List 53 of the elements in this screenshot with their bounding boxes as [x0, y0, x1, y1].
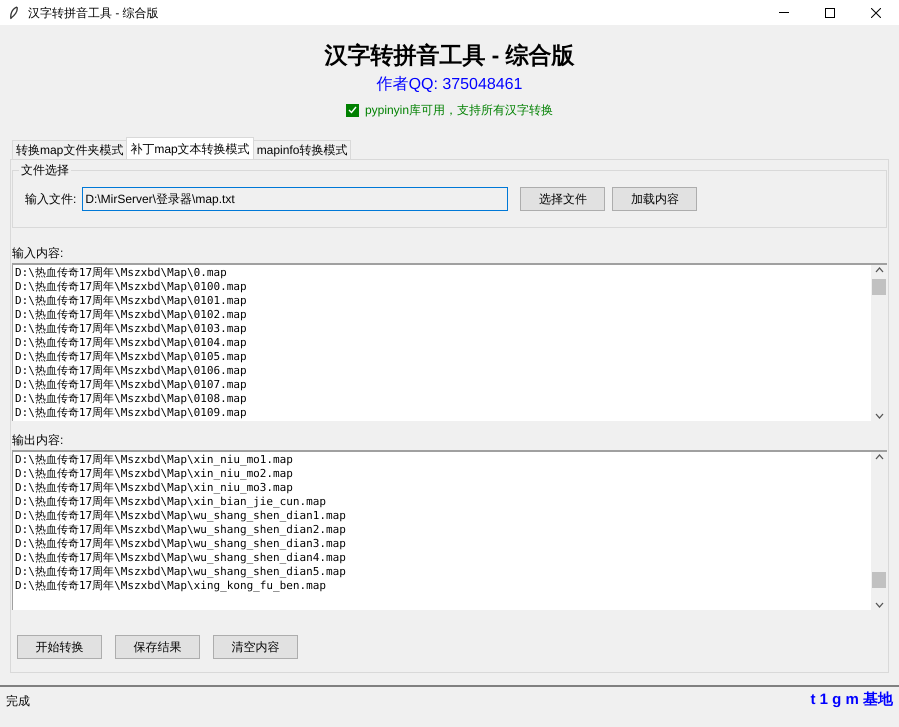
tab[interactable]: mapinfo转换模式	[252, 140, 352, 159]
tab[interactable]: 转换map文件夹模式	[12, 140, 128, 159]
text-line: D:\热血传奇17周年\Mszxbd\Map\0107.map	[15, 378, 247, 392]
window-title: 汉字转拼音工具 - 综合版	[28, 4, 159, 22]
scroll-thumb[interactable]	[872, 279, 886, 295]
scroll-down-icon[interactable]	[874, 413, 884, 419]
text-line: D:\热血传奇17周年\Mszxbd\Map\xin_niu_mo3.map	[15, 481, 293, 495]
input-label: 输入内容:	[12, 245, 64, 261]
author-text: 作者QQ: 375048461	[376, 75, 522, 95]
output-label: 输出内容:	[12, 432, 64, 448]
text-line: D:\热血传奇17周年\Mszxbd\Map\wu_shang_shen_dian4.map	[15, 551, 346, 565]
text-line: D:\热血传奇17周年\Mszxbd\Map\0105.map	[15, 350, 247, 364]
close-icon	[871, 8, 881, 18]
app-heading: 汉字转拼音工具 - 综合版	[324, 41, 575, 70]
scrollbar[interactable]	[871, 265, 887, 421]
scroll-down-icon[interactable]	[874, 602, 884, 608]
text-line: D:\热血传奇17周年\Mszxbd\Map\0108.map	[15, 392, 247, 406]
group-title: 文件选择	[19, 162, 71, 178]
action-button[interactable]: 保存结果	[115, 635, 200, 659]
action-button[interactable]: 开始转换	[17, 635, 102, 659]
status-text: pypinyin库可用，支持所有汉字转换	[364, 102, 554, 119]
text-line: D:\热血传奇17周年\Mszxbd\Map\xin_niu_mo1.map	[15, 453, 293, 467]
text-line: D:\热血传奇17周年\Mszxbd\Map\0101.map	[15, 294, 247, 308]
action-button[interactable]: 选择文件	[520, 187, 606, 211]
tab[interactable]: 补丁map文本转换模式	[126, 137, 254, 159]
scroll-up-icon[interactable]	[874, 454, 884, 460]
scroll-up-icon[interactable]	[874, 267, 884, 273]
text-line: D:\热血传奇17周年\Mszxbd\Map\0103.map	[15, 322, 247, 336]
action-button[interactable]: 清空内容	[213, 635, 298, 659]
text-line: D:\热血传奇17周年\Mszxbd\Map\wu_shang_shen_dian2.map	[15, 523, 346, 537]
text-line: D:\热血传奇17周年\Mszxbd\Map\wu_shang_shen_dian3.map	[15, 537, 346, 551]
text-line: D:\热血传奇17周年\Mszxbd\Map\wu_shang_shen_dian1.map	[15, 509, 346, 523]
field-label: 输入文件:	[25, 191, 76, 208]
check-icon	[348, 106, 357, 114]
minimize-icon	[779, 12, 789, 13]
text-line: D:\热血传奇17周年\Mszxbd\Map\xing_kong_fu_ben.map	[15, 579, 326, 593]
file-path-field[interactable]: D:\MirServer\登录器\map.txt	[82, 187, 508, 211]
action-button[interactable]: 加载内容	[612, 187, 698, 211]
text-line: D:\热血传奇17周年\Mszxbd\Map\xin_niu_mo2.map	[15, 467, 293, 481]
text-line: D:\热血传奇17周年\Mszxbd\Map\0.map	[15, 266, 227, 280]
scroll-thumb[interactable]	[872, 572, 886, 588]
text-line: D:\热血传奇17周年\Mszxbd\Map\0100.map	[15, 280, 247, 294]
status-text: 完成	[6, 692, 30, 710]
maximize-icon	[825, 8, 835, 18]
text-line: D:\热血传奇17周年\Mszxbd\Map\0109.map	[15, 406, 247, 420]
scrollbar[interactable]	[871, 452, 887, 610]
text-line: D:\热血传奇17周年\Mszxbd\Map\0102.map	[15, 308, 247, 322]
text-line: D:\热血传奇17周年\Mszxbd\Map\0104.map	[15, 336, 247, 350]
text-line: D:\热血传奇17周年\Mszxbd\Map\xin_bian_jie_cun.map	[15, 495, 326, 509]
feather-icon	[9, 6, 19, 20]
brand-text: t 1 g m 基地	[810, 690, 893, 710]
text-line: D:\热血传奇17周年\Mszxbd\Map\wu_shang_shen_dian5.map	[15, 565, 346, 579]
text-line: D:\热血传奇17周年\Mszxbd\Map\0106.map	[15, 364, 247, 378]
